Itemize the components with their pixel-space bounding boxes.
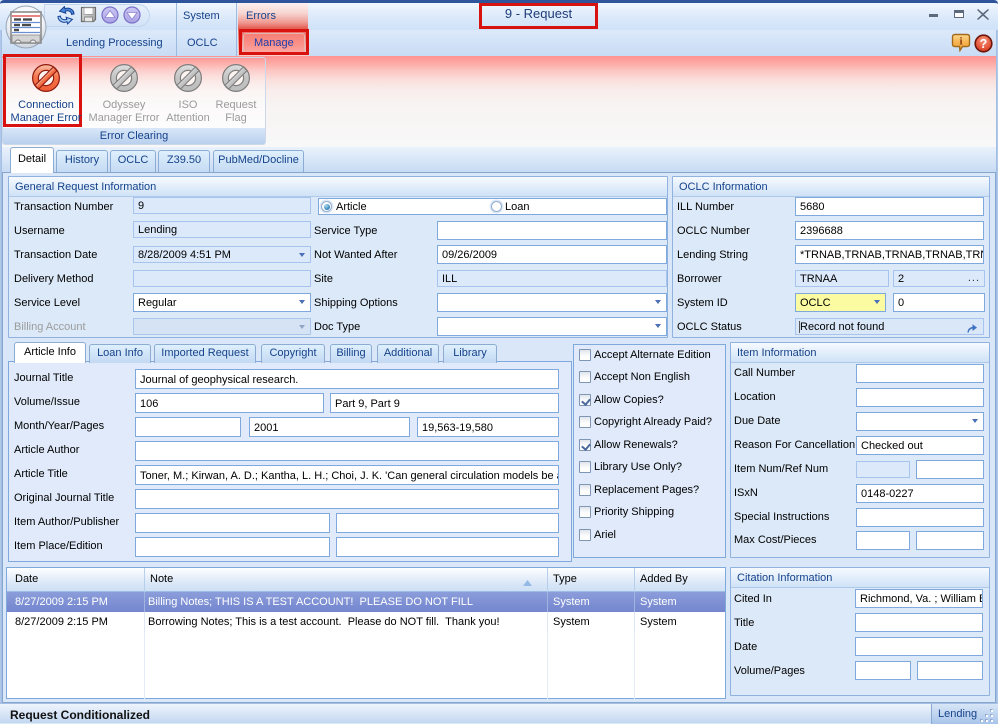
svg-text:?: ? [980,37,988,51]
svg-text:i: i [959,36,962,48]
